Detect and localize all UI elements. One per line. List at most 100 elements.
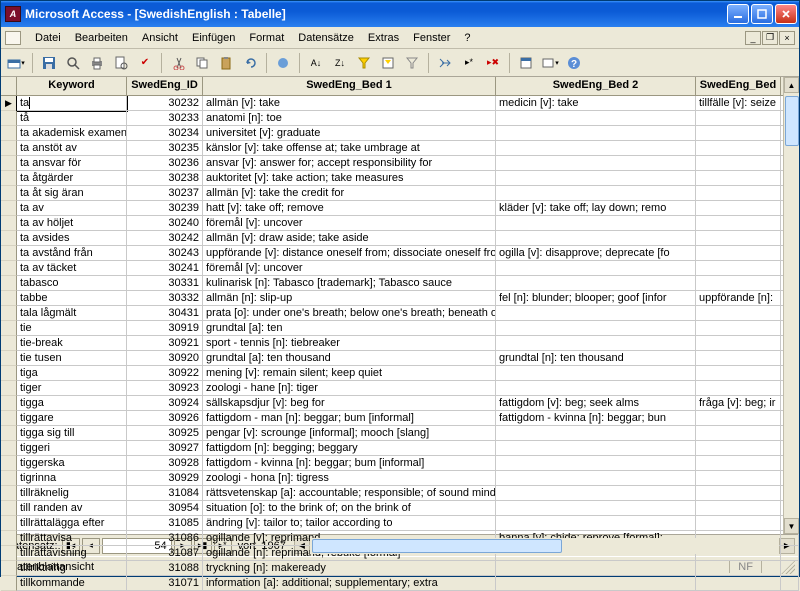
menu-ansicht[interactable]: Ansicht bbox=[136, 30, 184, 46]
cell[interactable]: känslor [v]: take offense at; take umbra… bbox=[203, 141, 496, 156]
cell[interactable]: tillrättalägga efter bbox=[17, 516, 127, 531]
cell[interactable] bbox=[696, 246, 781, 261]
menu-fenster[interactable]: Fenster bbox=[407, 30, 456, 46]
cell[interactable] bbox=[496, 561, 696, 576]
cell[interactable]: 31071 bbox=[127, 576, 203, 591]
row-selector[interactable] bbox=[1, 531, 17, 546]
sort-asc-button[interactable]: A↓ bbox=[305, 52, 327, 74]
select-all-corner[interactable] bbox=[1, 77, 17, 96]
delete-record-button[interactable]: ▸✖ bbox=[482, 52, 504, 74]
cell[interactable]: 30927 bbox=[127, 441, 203, 456]
cell[interactable]: zoologi - hane [n]: tiger bbox=[203, 381, 496, 396]
cell[interactable]: tiggerska bbox=[17, 456, 127, 471]
cell[interactable]: anatomi [n]: toe bbox=[203, 111, 496, 126]
cell[interactable]: 30237 bbox=[127, 186, 203, 201]
sort-desc-button[interactable]: Z↓ bbox=[329, 52, 351, 74]
cell[interactable]: ta ansvar för bbox=[17, 156, 127, 171]
cut-button[interactable] bbox=[167, 52, 189, 74]
cell[interactable]: uppförande [v]: distance oneself from; d… bbox=[203, 246, 496, 261]
cell[interactable]: tabasco bbox=[17, 276, 127, 291]
menu-einfuegen[interactable]: Einfügen bbox=[186, 30, 241, 46]
row-selector[interactable] bbox=[1, 411, 17, 426]
row-selector[interactable] bbox=[1, 501, 17, 516]
cell[interactable] bbox=[696, 126, 781, 141]
scroll-down-icon[interactable]: ▼ bbox=[784, 518, 799, 534]
cell[interactable] bbox=[696, 381, 781, 396]
cell[interactable] bbox=[696, 411, 781, 426]
cell[interactable]: ta bbox=[17, 96, 127, 111]
cell[interactable]: 30922 bbox=[127, 366, 203, 381]
cell[interactable] bbox=[696, 486, 781, 501]
maximize-button[interactable] bbox=[751, 4, 773, 24]
minimize-button[interactable] bbox=[727, 4, 749, 24]
cell[interactable] bbox=[781, 561, 799, 576]
cell[interactable]: uppförande [n]: bbox=[696, 291, 781, 306]
cell[interactable]: 31087 bbox=[127, 546, 203, 561]
row-selector[interactable] bbox=[1, 426, 17, 441]
cell[interactable] bbox=[696, 216, 781, 231]
cell[interactable] bbox=[696, 441, 781, 456]
cell[interactable] bbox=[781, 576, 799, 591]
cell[interactable]: tå bbox=[17, 111, 127, 126]
cell[interactable] bbox=[781, 546, 799, 561]
row-selector[interactable] bbox=[1, 201, 17, 216]
cell[interactable]: 30954 bbox=[127, 501, 203, 516]
cell[interactable]: 30431 bbox=[127, 306, 203, 321]
row-selector[interactable] bbox=[1, 576, 17, 591]
column-header[interactable]: SwedEng_ID bbox=[127, 77, 203, 96]
search-button[interactable] bbox=[62, 52, 84, 74]
menu-help[interactable]: ? bbox=[458, 30, 476, 46]
cell[interactable] bbox=[496, 576, 696, 591]
print-button[interactable] bbox=[86, 52, 108, 74]
mdi-restore[interactable]: ❐ bbox=[762, 31, 778, 45]
cell[interactable] bbox=[496, 306, 696, 321]
cell[interactable] bbox=[496, 141, 696, 156]
cell[interactable]: allmän [v]: take bbox=[203, 96, 496, 111]
vertical-scrollbar[interactable]: ▲ ▼ bbox=[783, 77, 799, 534]
cell[interactable]: grundtal [n]: ten thousand bbox=[496, 351, 696, 366]
row-selector[interactable] bbox=[1, 216, 17, 231]
cell[interactable]: 31085 bbox=[127, 516, 203, 531]
cell[interactable] bbox=[496, 516, 696, 531]
row-selector[interactable] bbox=[1, 186, 17, 201]
column-header[interactable]: Keyword bbox=[17, 77, 127, 96]
cell[interactable] bbox=[496, 426, 696, 441]
cell[interactable] bbox=[696, 231, 781, 246]
cell[interactable]: mening [v]: remain silent; keep quiet bbox=[203, 366, 496, 381]
cell[interactable] bbox=[696, 306, 781, 321]
cell[interactable]: tigrinna bbox=[17, 471, 127, 486]
row-selector[interactable] bbox=[1, 381, 17, 396]
cell[interactable]: ta av höljet bbox=[17, 216, 127, 231]
cell[interactable]: grundtal [a]: ten thousand bbox=[203, 351, 496, 366]
cell[interactable] bbox=[696, 201, 781, 216]
cell[interactable] bbox=[696, 366, 781, 381]
cell[interactable]: 30238 bbox=[127, 171, 203, 186]
cell[interactable]: tillfälle [v]: seize bbox=[696, 96, 781, 111]
cell[interactable]: tillrättavisa bbox=[17, 531, 127, 546]
cell[interactable]: 31088 bbox=[127, 561, 203, 576]
menu-datensaetze[interactable]: Datensätze bbox=[292, 30, 360, 46]
filter-form-button[interactable] bbox=[377, 52, 399, 74]
cell[interactable] bbox=[496, 126, 696, 141]
cell[interactable]: fattigdom - kvinna [n]: beggar; bum [inf… bbox=[203, 456, 496, 471]
undo-button[interactable] bbox=[239, 52, 261, 74]
cell[interactable] bbox=[696, 456, 781, 471]
mdi-close[interactable]: × bbox=[779, 31, 795, 45]
cell[interactable]: tillkommande bbox=[17, 576, 127, 591]
data-grid[interactable]: KeywordSwedEng_IDSwedEng_Bed 1SwedEng_Be… bbox=[1, 77, 799, 591]
cell[interactable] bbox=[496, 441, 696, 456]
cell[interactable] bbox=[696, 471, 781, 486]
row-selector[interactable] bbox=[1, 456, 17, 471]
new-object-button[interactable]: ▾ bbox=[539, 52, 561, 74]
row-selector[interactable] bbox=[1, 171, 17, 186]
cell[interactable]: 30926 bbox=[127, 411, 203, 426]
cell[interactable]: 30232 bbox=[127, 96, 203, 111]
cell[interactable]: 30332 bbox=[127, 291, 203, 306]
cell[interactable] bbox=[696, 186, 781, 201]
cell[interactable]: 30233 bbox=[127, 111, 203, 126]
cell[interactable] bbox=[696, 141, 781, 156]
cell[interactable]: 30919 bbox=[127, 321, 203, 336]
column-header[interactable]: SwedEng_Bed 2 bbox=[496, 77, 696, 96]
cell[interactable] bbox=[496, 261, 696, 276]
cell[interactable]: föremål [v]: uncover bbox=[203, 216, 496, 231]
